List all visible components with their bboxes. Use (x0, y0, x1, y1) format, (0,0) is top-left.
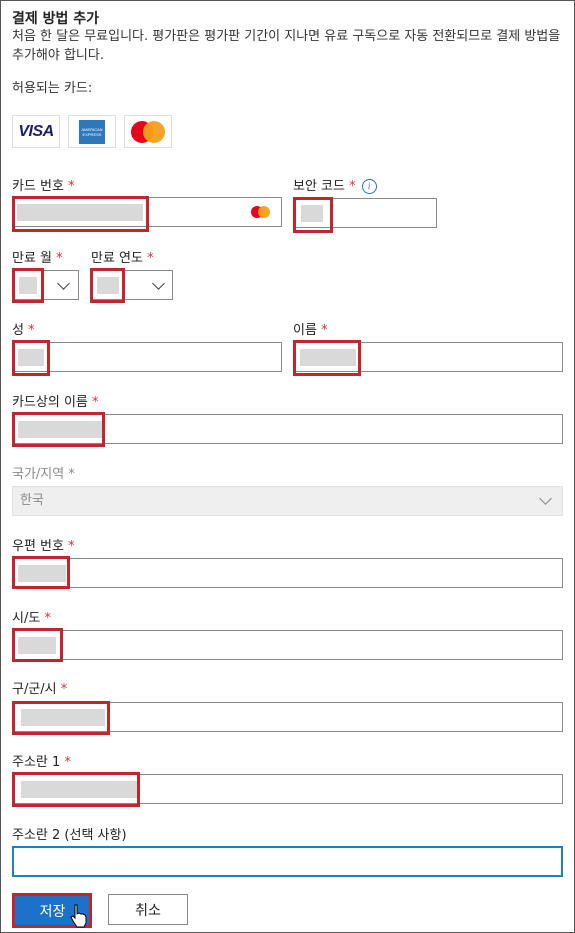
address1-highlight (12, 772, 140, 807)
mastercard-logo (124, 115, 172, 148)
page-title: 결제 방법 추가 (12, 11, 100, 27)
exp-year-highlight (90, 268, 125, 303)
card-number-label: 카드 번호 * (12, 179, 75, 194)
first-name-highlight (293, 340, 361, 376)
security-code-highlight (293, 197, 333, 233)
country-value: 한국 (20, 493, 44, 508)
state-highlight (12, 628, 63, 662)
name-on-card-label: 카드상의 이름 * (12, 395, 99, 410)
state-label: 시/도 * (12, 611, 51, 626)
allowed-cards-label: 허용되는 카드: (12, 81, 93, 96)
hand-cursor-icon (70, 904, 87, 928)
visa-logo: VISA (12, 115, 60, 148)
accepted-cards: VISA AMERICAN EXPRESS (12, 115, 172, 148)
last-name-highlight (12, 340, 50, 376)
country-select[interactable]: 한국 (12, 486, 563, 516)
exp-month-label: 만료 월 * (12, 251, 63, 266)
country-label: 국가/지역 * (12, 467, 75, 482)
city-label: 구/군/시 * (12, 682, 68, 697)
address1-label: 주소란 1 * (12, 755, 71, 770)
exp-month-highlight (12, 268, 44, 303)
first-name-label: 이름 * (293, 323, 328, 338)
description-text: 처음 한 달은 무료입니다. 평가판은 평가판 기간이 지나면 유료 구독으로 … (12, 29, 561, 63)
info-icon[interactable]: i (361, 179, 377, 194)
chevron-down-icon (539, 492, 552, 505)
security-code-label: 보안 코드 * i (293, 175, 377, 194)
chevron-down-icon (57, 277, 70, 290)
cancel-button[interactable]: 취소 (108, 894, 188, 925)
address2-label: 주소란 2 (선택 사항) (12, 828, 127, 843)
address2-input[interactable] (12, 846, 563, 877)
name-on-card-highlight (12, 412, 105, 447)
card-number-highlight (12, 196, 149, 232)
postal-code-highlight (12, 556, 70, 589)
city-highlight (12, 701, 110, 735)
postal-code-label: 우편 번호 * (12, 539, 75, 554)
last-name-input[interactable] (12, 342, 282, 372)
exp-year-label: 만료 연도 * (91, 251, 154, 266)
chevron-down-icon (152, 277, 165, 290)
last-name-label: 성 * (12, 323, 35, 338)
amex-logo: AMERICAN EXPRESS (68, 115, 116, 148)
state-input[interactable] (12, 630, 563, 660)
mastercard-icon (251, 206, 271, 218)
postal-code-input[interactable] (12, 558, 563, 588)
